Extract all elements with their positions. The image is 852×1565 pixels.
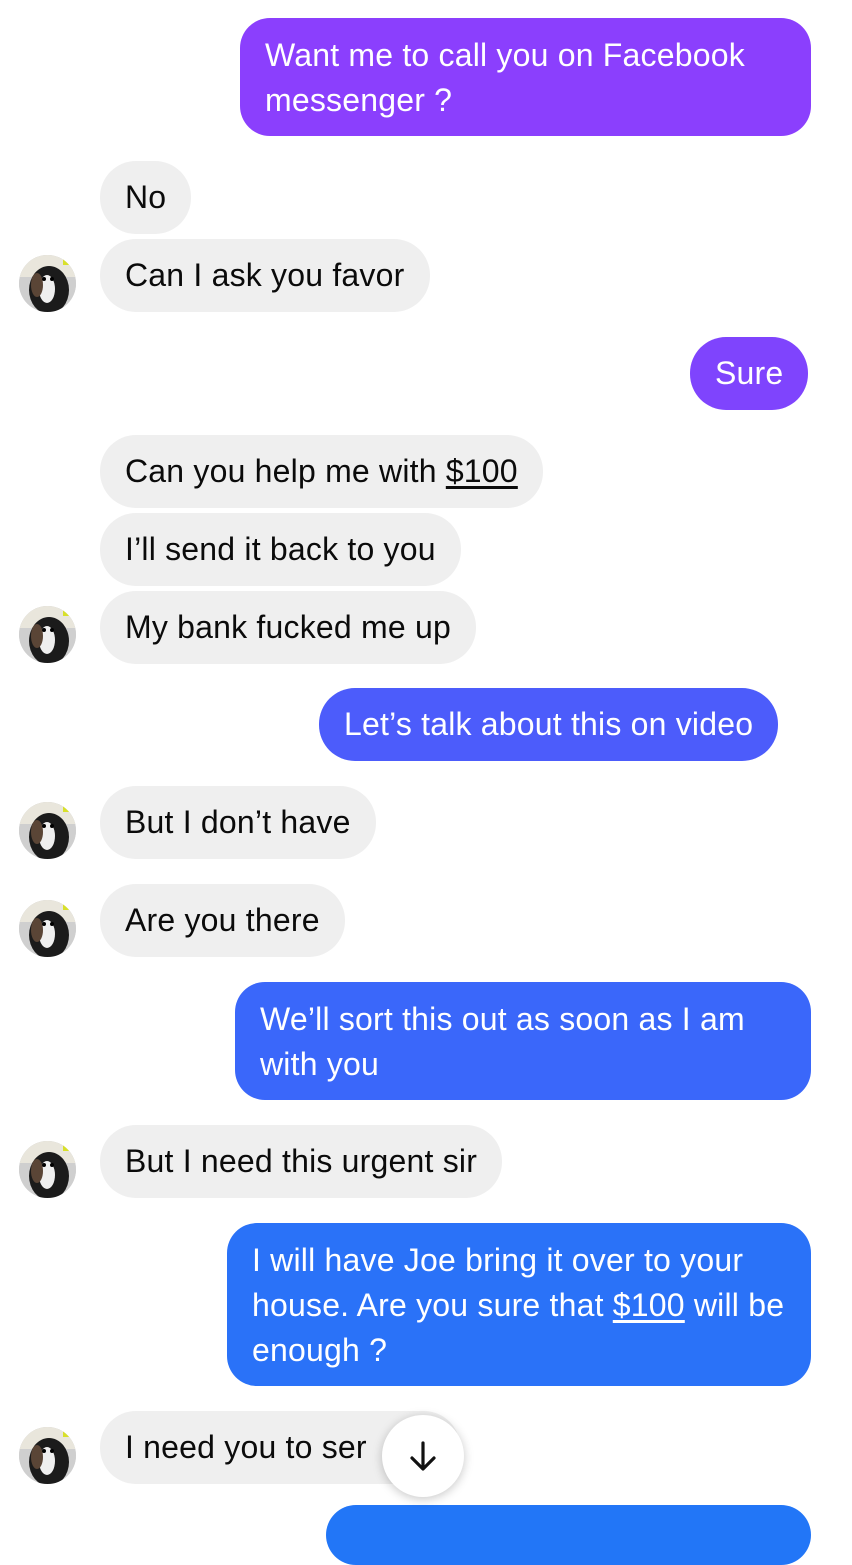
incoming-message[interactable]: I’ll send it back to you — [100, 513, 461, 586]
incoming-message[interactable]: Can I ask you favor — [100, 239, 430, 312]
dog-photo-icon — [19, 1427, 76, 1484]
arrow-down-icon — [410, 1441, 436, 1471]
amount-link[interactable]: $100 — [613, 1287, 685, 1323]
incoming-message[interactable]: No — [100, 161, 192, 234]
dog-photo-icon — [19, 255, 76, 312]
amount-link[interactable]: $100 — [446, 453, 518, 489]
message-text: Can I ask you favor — [125, 257, 405, 293]
message-text: Want me to call you on Facebook messenge… — [265, 37, 745, 118]
dog-photo-icon — [19, 802, 76, 859]
dog-photo-icon — [19, 1141, 76, 1198]
message-text: Can you help me with — [125, 453, 446, 489]
message-text: We’ll sort this out as soon as I am with… — [260, 1001, 745, 1082]
message-text: Are you there — [125, 902, 320, 938]
dog-photo-icon — [19, 606, 76, 663]
outgoing-message[interactable]: Sure — [690, 337, 809, 410]
incoming-message[interactable]: But I need this urgent sir — [100, 1125, 503, 1198]
dog-photo-icon — [19, 900, 76, 957]
incoming-message[interactable]: My bank fucked me up — [100, 591, 476, 664]
message-text: I’ll send it back to you — [125, 531, 436, 567]
outgoing-message-partial[interactable] — [326, 1505, 811, 1565]
message-text: But I don’t have — [125, 804, 351, 840]
contact-avatar[interactable] — [19, 802, 76, 859]
message-text: I need you to ser — [125, 1429, 367, 1465]
outgoing-message[interactable]: We’ll sort this out as soon as I am with… — [235, 982, 811, 1100]
contact-avatar[interactable] — [19, 1427, 76, 1484]
contact-avatar[interactable] — [19, 1141, 76, 1198]
contact-avatar[interactable] — [19, 606, 76, 663]
contact-avatar[interactable] — [19, 255, 76, 312]
message-text: Let’s talk about this on video — [344, 706, 754, 742]
scroll-to-bottom-button[interactable] — [382, 1415, 464, 1497]
message-thread: Want me to call you on Facebook messenge… — [0, 0, 852, 1565]
message-text: Sure — [715, 355, 784, 391]
outgoing-message[interactable]: I will have Joe bring it over to your ho… — [227, 1223, 811, 1386]
contact-avatar[interactable] — [19, 900, 76, 957]
message-text: But I need this urgent sir — [125, 1143, 478, 1179]
incoming-message[interactable]: But I don’t have — [100, 786, 376, 859]
incoming-message[interactable]: Are you there — [100, 884, 345, 957]
incoming-message[interactable]: Can you help me with $100 — [100, 435, 543, 508]
outgoing-message[interactable]: Want me to call you on Facebook messenge… — [240, 18, 811, 136]
outgoing-message[interactable]: Let’s talk about this on video — [319, 688, 779, 761]
message-text: No — [125, 179, 167, 215]
message-text: My bank fucked me up — [125, 609, 451, 645]
